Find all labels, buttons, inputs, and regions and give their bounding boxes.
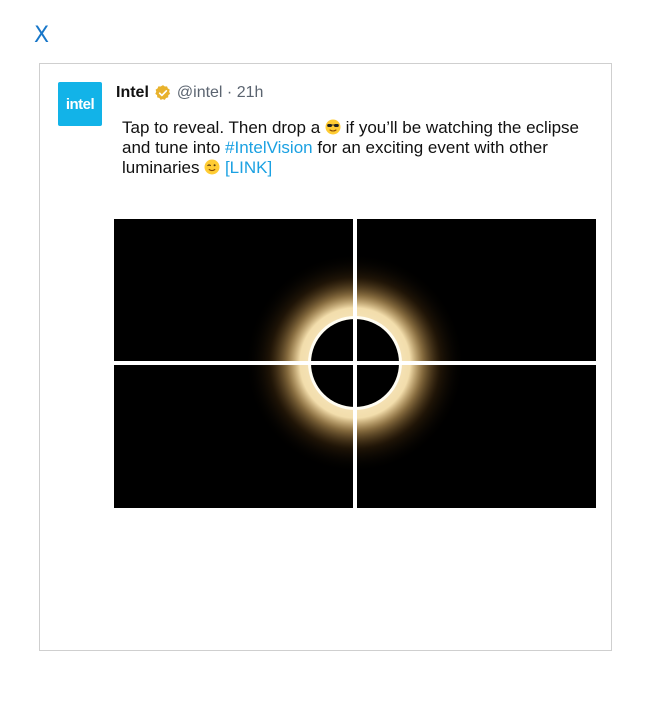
handle[interactable]: @intel <box>177 84 223 102</box>
separator: · <box>222 84 237 101</box>
intel-logo: intel <box>65 95 95 113</box>
timestamp[interactable]: 21h <box>237 84 264 102</box>
tweet-media[interactable] <box>114 219 596 508</box>
tweet-text: Tap to reveal. Then drop a if you’ll be … <box>122 118 592 178</box>
tweet-text-part1: Tap to reveal. Then drop a <box>122 118 325 137</box>
wink-emoji-icon <box>204 159 220 175</box>
avatar[interactable]: intel <box>58 82 102 126</box>
sunglasses-emoji-icon <box>325 119 341 135</box>
tweet-header: Intel @intel · 21h <box>116 84 263 102</box>
verified-badge-icon <box>154 84 172 102</box>
tweet-link[interactable]: [LINK] <box>225 158 272 177</box>
display-name[interactable]: Intel <box>116 84 149 102</box>
tile-divider-horizontal <box>114 361 596 365</box>
tweet-card: intel Intel @intel · 21h Tap to reveal. … <box>39 63 612 651</box>
close-button[interactable]: X <box>34 24 49 48</box>
hashtag-link[interactable]: #IntelVision <box>225 138 313 157</box>
